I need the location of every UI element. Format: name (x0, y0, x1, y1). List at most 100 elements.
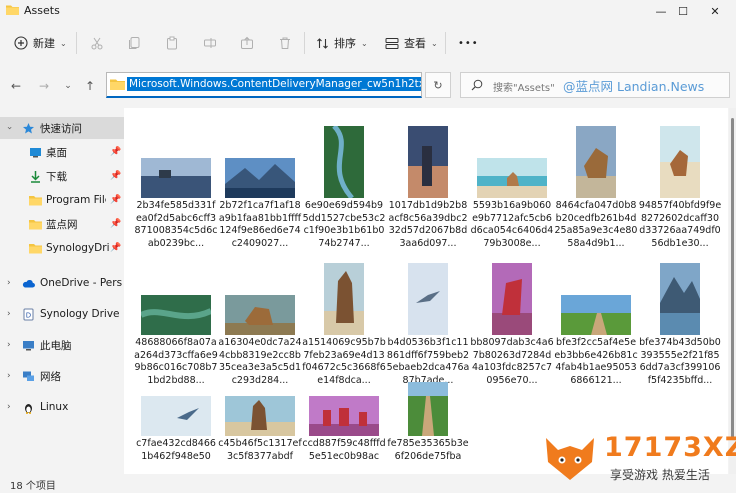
file-tile[interactable]: 2b34fe585d331fea0f2d5abc6cff3871008354c5… (134, 108, 218, 250)
close-button[interactable]: ✕ (700, 0, 730, 22)
paste-button[interactable] (165, 22, 179, 64)
sidebar-item-synology-drive-c[interactable]: › D Synology Drive - C (0, 303, 124, 325)
sidebar-item-this-pc[interactable]: › 此电脑 (0, 334, 124, 356)
sidebar-item-network[interactable]: › 网络 (0, 365, 124, 387)
file-name: 5593b16a9b060e9b7712afc5cb6d6ca054c6406d… (470, 200, 554, 249)
file-tile[interactable]: 6e90e69d594b95dd1527cbe53c2c1f90e3b1b61b… (302, 108, 386, 250)
file-tile[interactable]: a1514069c95b7b7feb23a69e4d13f04672c5c366… (302, 245, 386, 387)
logo-slogan: 享受游戏 热爱生活 (610, 468, 710, 482)
sidebar-item-synologydrive[interactable]: SynologyDrive 📌 (0, 237, 124, 259)
trash-icon (280, 37, 290, 49)
network-icon (23, 371, 34, 381)
file-tile[interactable]: bfe3f2cc5af4e5eeb3bb6e426b81c4fab4b1ae95… (554, 245, 638, 387)
sidebar-item-label: Program Files (46, 194, 106, 206)
desktop-icon (30, 147, 41, 157)
file-tile[interactable]: bfe374b43d50b0393555e2f21f856dd7a3cf3991… (638, 245, 722, 387)
synology-drive-icon: D (23, 308, 34, 320)
sort-icon (317, 37, 328, 49)
image-thumbnail (477, 158, 547, 198)
search-box[interactable]: 搜索"Assets" @蓝点网 Landian.News (460, 72, 730, 98)
sidebar-item-landian[interactable]: 蓝点网 📌 (0, 213, 124, 235)
file-tile[interactable]: c7fae432cd84661b462f948e50 (134, 382, 218, 463)
image-thumbnail (492, 263, 532, 335)
up-button[interactable]: ↑ (80, 76, 100, 96)
fox-mascot-icon (546, 438, 594, 480)
file-tile[interactable]: 8464cfa047d0b8b20cedfb261b4d25a85a9e3c4e… (554, 108, 638, 250)
rename-button[interactable] (203, 22, 217, 64)
sidebar-item-label: Synology Drive - C (40, 308, 122, 320)
delete-button[interactable] (278, 22, 292, 64)
chevron-down-icon: ⌄ (361, 38, 368, 48)
back-button[interactable]: ← (6, 76, 26, 96)
sidebar-item-label: 此电脑 (40, 339, 72, 352)
svg-text:D: D (26, 311, 31, 319)
file-tile[interactable]: bb8097dab3c4a67b80263d7284d4a103fdc8257c… (470, 245, 554, 387)
copy-icon (129, 37, 140, 49)
file-name: fe785e35365b3e6f206de75fba (387, 438, 469, 462)
navigation-pane: › 快速访问 桌面 📌 下载 📌 Program Files 📌 蓝点网 📌 S… (0, 108, 124, 474)
cut-button[interactable] (90, 22, 104, 64)
file-tile[interactable]: 2b72f1ca7f1af18a9b1faa81bb1ffff124f9e86e… (218, 108, 302, 250)
scrollbar-thumb[interactable] (731, 118, 734, 438)
address-bar[interactable]: Microsoft.Windows.ContentDeliveryManager… (106, 72, 422, 98)
file-tile[interactable]: 5593b16a9b060e9b7712afc5cb6d6ca054c6406d… (470, 108, 554, 250)
copy-button[interactable] (127, 22, 141, 64)
folder-icon (29, 195, 42, 205)
watermark-text: @蓝点网 Landian.News (563, 79, 705, 94)
clipboard-icon (167, 36, 177, 50)
view-button[interactable]: 查看 ⌄ (385, 22, 438, 64)
new-label: 新建 (33, 37, 55, 50)
sidebar-item-label: 下载 (46, 170, 67, 183)
sort-button[interactable]: 排序 ⌄ (316, 22, 368, 64)
sidebar-item-quick-access[interactable]: › 快速访问 (0, 117, 124, 139)
file-tile[interactable]: a16304e0dc7a244cbb8319e2cc8b35cea3e3a5c5… (218, 245, 302, 387)
share-button[interactable] (240, 22, 254, 64)
image-thumbnail (225, 158, 295, 198)
chevron-down-icon: ⌄ (60, 38, 67, 48)
sidebar-item-downloads[interactable]: 下载 📌 (0, 165, 124, 187)
file-tile[interactable]: 1017db1d9b2b8acf8c56a39dbc232d57d2067b8d… (386, 108, 470, 250)
sidebar-item-onedrive[interactable]: › OneDrive - Personal (0, 272, 124, 294)
image-thumbnail (408, 382, 448, 436)
folder-icon (29, 243, 42, 253)
sidebar-item-linux[interactable]: › Linux (0, 396, 124, 418)
image-thumbnail (576, 126, 616, 198)
file-tile[interactable]: ccd887f59c48fffd5e51ec0b98ac (302, 382, 386, 463)
file-name: 2b72f1ca7f1af18a9b1faa81bb1ffff124f9e86e… (218, 200, 302, 249)
forward-button[interactable]: → (34, 76, 54, 96)
file-tile[interactable]: c45b46f5c1317ef3c5f8377abdf (218, 382, 302, 463)
maximize-button[interactable]: ☐ (668, 0, 698, 22)
share-icon (241, 36, 253, 49)
computer-icon (23, 340, 34, 350)
sort-label: 排序 (334, 37, 356, 50)
chevron-right-icon: › (7, 340, 11, 350)
plus-circle-icon (14, 36, 28, 50)
sidebar-item-label: 快速访问 (40, 122, 82, 135)
toolbar-separator (76, 32, 77, 54)
file-tile[interactable]: 94857f40bfd9f9e8272602dcaff30d33726aa749… (638, 108, 722, 250)
more-options-button[interactable]: ••• (458, 22, 479, 64)
vertical-scrollbar[interactable] (729, 108, 736, 474)
chevron-right-icon: › (7, 402, 11, 412)
image-thumbnail (225, 396, 295, 436)
file-list: 2b34fe585d331fea0f2d5abc6cff3871008354c5… (124, 108, 728, 474)
pin-icon: 📌 (110, 243, 122, 253)
file-tile[interactable]: 48688066f8a07aa264d373cffa6e99b86c016c70… (134, 245, 218, 387)
file-name: bfe3f2cc5af4e5eeb3bb6e426b81c4fab4b1ae95… (554, 337, 638, 386)
file-name: a16304e0dc7a244cbb8319e2cc8b35cea3e3a5c5… (218, 337, 302, 386)
sidebar-item-label: 蓝点网 (46, 218, 78, 231)
recent-locations-button[interactable]: ⌄ (58, 76, 78, 96)
image-thumbnail (408, 263, 448, 335)
rename-icon (204, 38, 216, 48)
folder-icon (6, 5, 19, 15)
sidebar-item-desktop[interactable]: 桌面 📌 (0, 141, 124, 163)
file-tile[interactable]: b4d0536b3f1c11861dff6f759beb25ebaeb2dca4… (386, 245, 470, 387)
new-button[interactable]: 新建 ⌄ (14, 22, 67, 64)
linux-penguin-icon (25, 403, 32, 414)
image-thumbnail (561, 295, 631, 335)
file-tile[interactable]: fe785e35365b3e6f206de75fba (386, 382, 470, 463)
sidebar-item-label: OneDrive - Personal (40, 277, 122, 289)
refresh-button[interactable]: ↻ (425, 72, 451, 98)
image-thumbnail (324, 126, 364, 198)
sidebar-item-program-files[interactable]: Program Files 📌 (0, 189, 124, 211)
